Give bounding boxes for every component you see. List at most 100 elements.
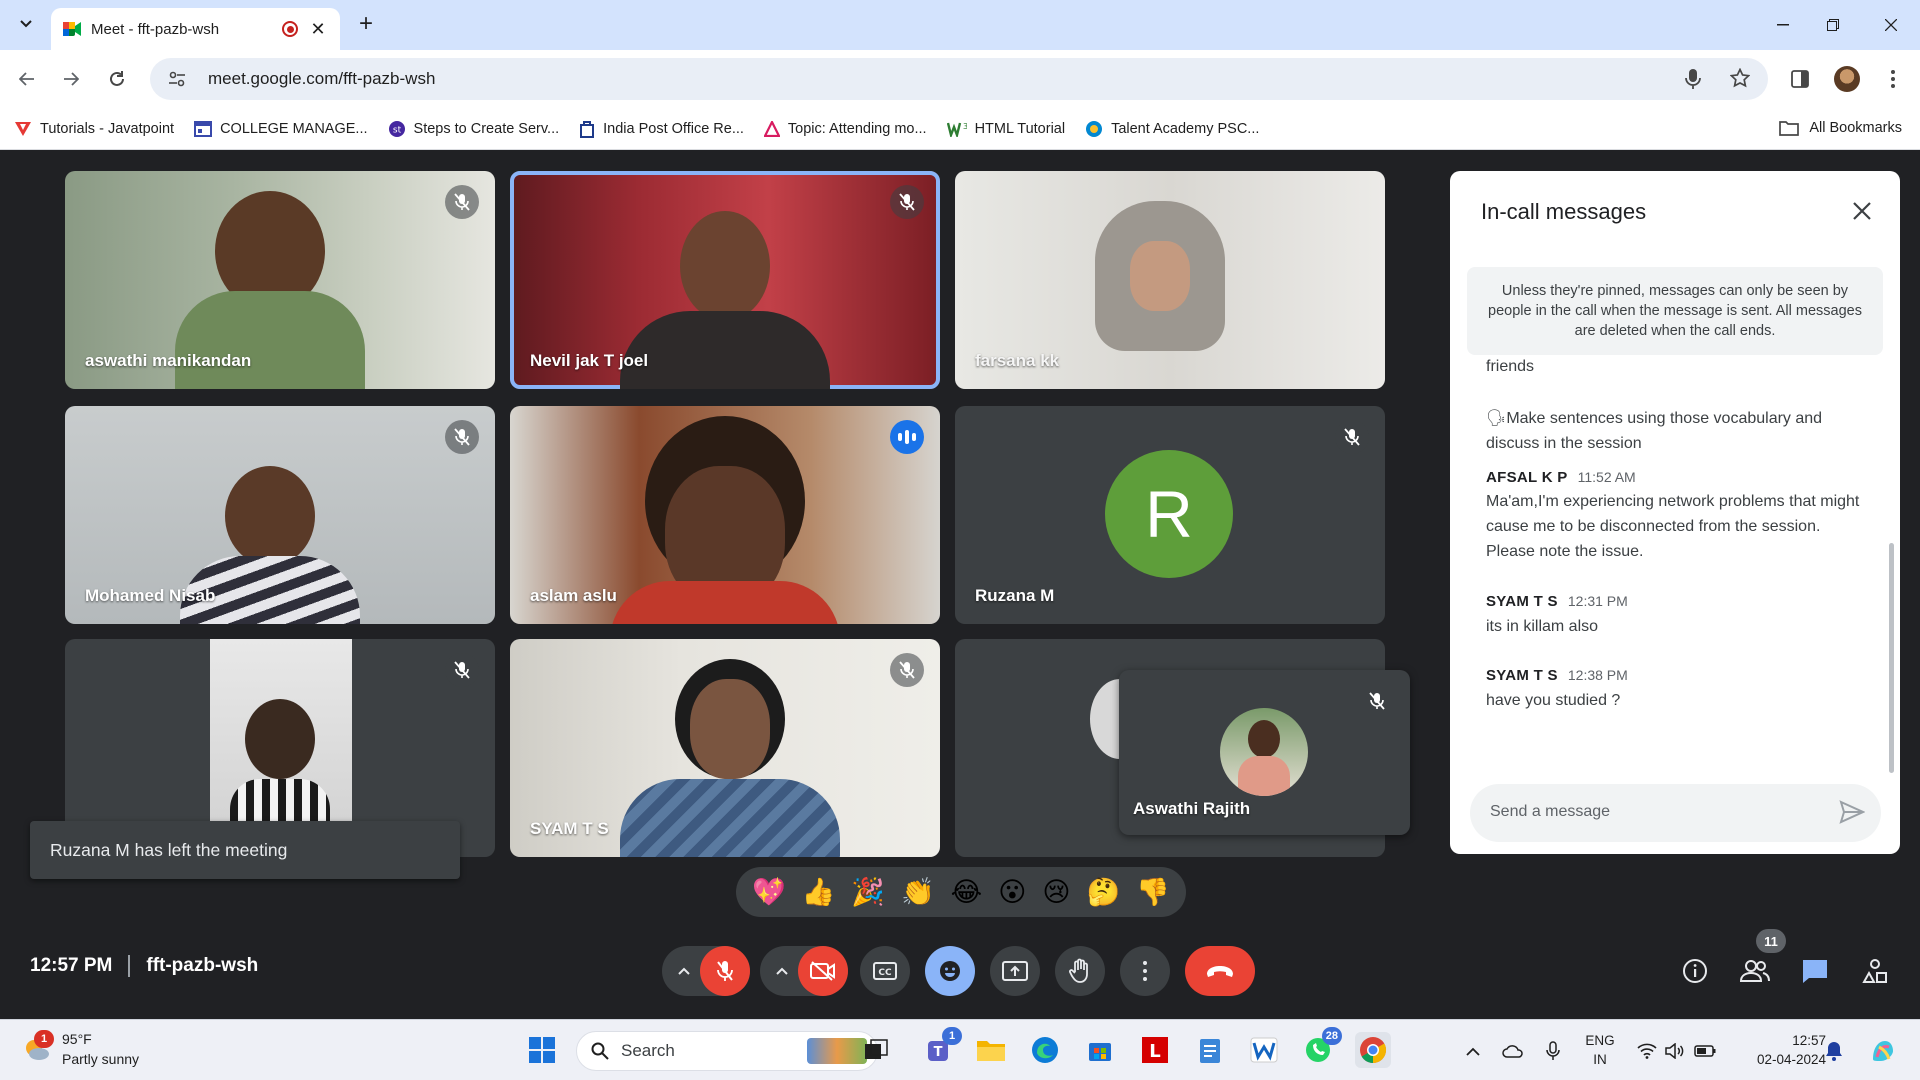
battery-icon[interactable] bbox=[1694, 1040, 1716, 1062]
l-app[interactable]: L bbox=[1137, 1032, 1173, 1068]
reaction-thinking[interactable]: 🤔 bbox=[1087, 876, 1121, 908]
profile-avatar[interactable] bbox=[1834, 66, 1860, 92]
side-panel-icon[interactable] bbox=[1787, 66, 1813, 92]
chrome-app[interactable] bbox=[1355, 1032, 1391, 1068]
send-message-input[interactable]: Send a message bbox=[1470, 784, 1881, 842]
restore-button[interactable] bbox=[1810, 8, 1856, 42]
taskbar-search[interactable]: Search bbox=[576, 1031, 878, 1071]
raise-hand-button[interactable] bbox=[1055, 946, 1105, 996]
message-text: 🗣Make sentences using those vocabulary a… bbox=[1486, 410, 1823, 452]
audio-options-chevron-icon[interactable] bbox=[666, 946, 702, 996]
reaction-thumbs-down[interactable]: 👎 bbox=[1136, 876, 1170, 908]
meeting-details-button[interactable] bbox=[1675, 951, 1715, 991]
participant-tile[interactable]: farsana kk bbox=[955, 171, 1385, 389]
participant-tile[interactable]: Nevil jak T joel bbox=[510, 171, 940, 389]
site-info-icon[interactable] bbox=[166, 68, 188, 90]
folder-icon bbox=[977, 1041, 1005, 1061]
send-message-placeholder: Send a message bbox=[1490, 803, 1611, 820]
participant-tile[interactable]: aslam aslu bbox=[510, 406, 940, 624]
tab-close-icon[interactable]: ✕ bbox=[308, 19, 328, 40]
captions-button[interactable]: CC bbox=[860, 946, 910, 996]
self-view-tile[interactable]: Aswathi Rajith bbox=[1119, 670, 1410, 835]
participant-tile[interactable]: Mohamed Nisab bbox=[65, 406, 495, 624]
notifications-bell-icon[interactable] bbox=[1823, 1040, 1845, 1062]
volume-icon[interactable] bbox=[1664, 1040, 1686, 1062]
minimize-button[interactable] bbox=[1760, 8, 1806, 42]
send-icon[interactable] bbox=[1839, 800, 1867, 826]
participant-name: farsana kk bbox=[975, 351, 1060, 370]
more-options-button[interactable] bbox=[1120, 946, 1170, 996]
microphone-in-use-icon[interactable] bbox=[1684, 68, 1702, 95]
meeting-info: 12:57 PM fft-pazb-wsh bbox=[30, 955, 258, 977]
reaction-surprised[interactable]: 😮 bbox=[998, 877, 1026, 908]
task-view-button[interactable] bbox=[858, 1032, 894, 1068]
browser-tab-meet[interactable]: Meet - fft-pazb-wsh ✕ bbox=[51, 8, 340, 50]
forward-button[interactable] bbox=[56, 64, 86, 94]
recording-indicator-icon bbox=[282, 21, 298, 37]
bookmark-topic-attending[interactable]: Topic: Attending mo... bbox=[763, 120, 927, 137]
chat-scrollbar[interactable] bbox=[1889, 543, 1894, 773]
participant-tile[interactable]: aswathi manikandan bbox=[65, 171, 495, 389]
show-hidden-icons-chevron-icon[interactable] bbox=[1462, 1040, 1484, 1062]
edge-app[interactable] bbox=[1027, 1032, 1063, 1068]
word-app[interactable] bbox=[1246, 1032, 1282, 1068]
all-bookmarks-button[interactable]: All Bookmarks bbox=[1779, 120, 1902, 136]
bookmark-html-tutorial[interactable]: 3 HTML Tutorial bbox=[946, 121, 1065, 137]
hand-icon bbox=[1069, 958, 1088, 983]
chat-button[interactable] bbox=[1795, 951, 1835, 991]
message-time: 12:38 PM bbox=[1567, 667, 1628, 683]
camera-toggle-button[interactable] bbox=[798, 946, 848, 996]
message-list[interactable]: friends 🗣Make sentences using those voca… bbox=[1450, 359, 1890, 779]
bookmark-javatpoint[interactable]: Tutorials - Javatpoint bbox=[14, 121, 174, 137]
reactions-button[interactable] bbox=[925, 946, 975, 996]
people-button[interactable] bbox=[1735, 951, 1775, 991]
notepad-app[interactable] bbox=[1192, 1032, 1228, 1068]
whatsapp-app[interactable]: 28 bbox=[1300, 1027, 1342, 1068]
microphone-tray-icon[interactable] bbox=[1542, 1040, 1564, 1062]
bookmark-steps-create[interactable]: st Steps to Create Serv... bbox=[388, 120, 559, 138]
reaction-sparkling-heart[interactable]: 💖 bbox=[752, 876, 786, 908]
browser-menu-icon[interactable] bbox=[1880, 66, 1906, 92]
participant-name: Nevil jak T joel bbox=[530, 351, 649, 370]
present-screen-button[interactable] bbox=[990, 946, 1040, 996]
weather-widget[interactable]: 1 95°F Partly sunny bbox=[22, 1029, 139, 1069]
bookmark-india-post[interactable]: India Post Office Re... bbox=[579, 120, 744, 138]
bookmark-star-icon[interactable] bbox=[1729, 67, 1751, 95]
file-explorer-app[interactable] bbox=[973, 1032, 1009, 1068]
reload-button[interactable] bbox=[102, 64, 132, 94]
clock[interactable]: 12:57 02-04-2024 bbox=[1736, 1031, 1826, 1069]
back-button[interactable] bbox=[12, 64, 42, 94]
microsoft-store-app[interactable] bbox=[1082, 1032, 1118, 1068]
reaction-crying[interactable]: 😢 bbox=[1042, 877, 1070, 908]
teams-app[interactable]: T 1 bbox=[920, 1027, 962, 1068]
bookmark-talent-academy[interactable]: Talent Academy PSC... bbox=[1085, 120, 1259, 138]
copilot-icon[interactable] bbox=[1868, 1040, 1898, 1062]
input-language[interactable]: ENG IN bbox=[1580, 1031, 1620, 1069]
address-bar[interactable]: meet.google.com/fft-pazb-wsh bbox=[150, 58, 1768, 100]
reaction-party-popper[interactable]: 🎉 bbox=[851, 876, 885, 908]
tab-search-menu-icon[interactable] bbox=[12, 10, 40, 38]
start-button[interactable] bbox=[524, 1032, 560, 1068]
tab-strip: Meet - fft-pazb-wsh ✕ + bbox=[0, 0, 1920, 50]
new-tab-button[interactable]: + bbox=[352, 10, 380, 38]
close-panel-icon[interactable] bbox=[1848, 197, 1876, 225]
wifi-icon[interactable] bbox=[1636, 1040, 1658, 1062]
activities-button[interactable] bbox=[1855, 951, 1895, 991]
reaction-laughing[interactable]: 😂 bbox=[951, 877, 983, 908]
participant-tile[interactable]: SYAM T S bbox=[510, 639, 940, 857]
url-text: meet.google.com/fft-pazb-wsh bbox=[208, 69, 436, 88]
participant-name: aslam aslu bbox=[530, 586, 617, 605]
reaction-thumbs-up[interactable]: 👍 bbox=[802, 876, 836, 908]
close-window-button[interactable] bbox=[1868, 8, 1914, 42]
leave-call-button[interactable] bbox=[1185, 946, 1255, 996]
svg-text:CC: CC bbox=[878, 968, 892, 978]
participant-tile[interactable]: R Ruzana M bbox=[955, 406, 1385, 624]
bookmark-college-manage[interactable]: COLLEGE MANAGE... bbox=[194, 120, 368, 137]
video-options-chevron-icon[interactable] bbox=[764, 946, 800, 996]
microphone-toggle-button[interactable] bbox=[700, 946, 750, 996]
steps-icon: st bbox=[388, 120, 405, 137]
reaction-clapping[interactable]: 👏 bbox=[901, 876, 935, 908]
onedrive-icon[interactable] bbox=[1502, 1040, 1524, 1062]
l-app-icon: L bbox=[1142, 1037, 1168, 1063]
panel-title: In-call messages bbox=[1481, 199, 1647, 224]
